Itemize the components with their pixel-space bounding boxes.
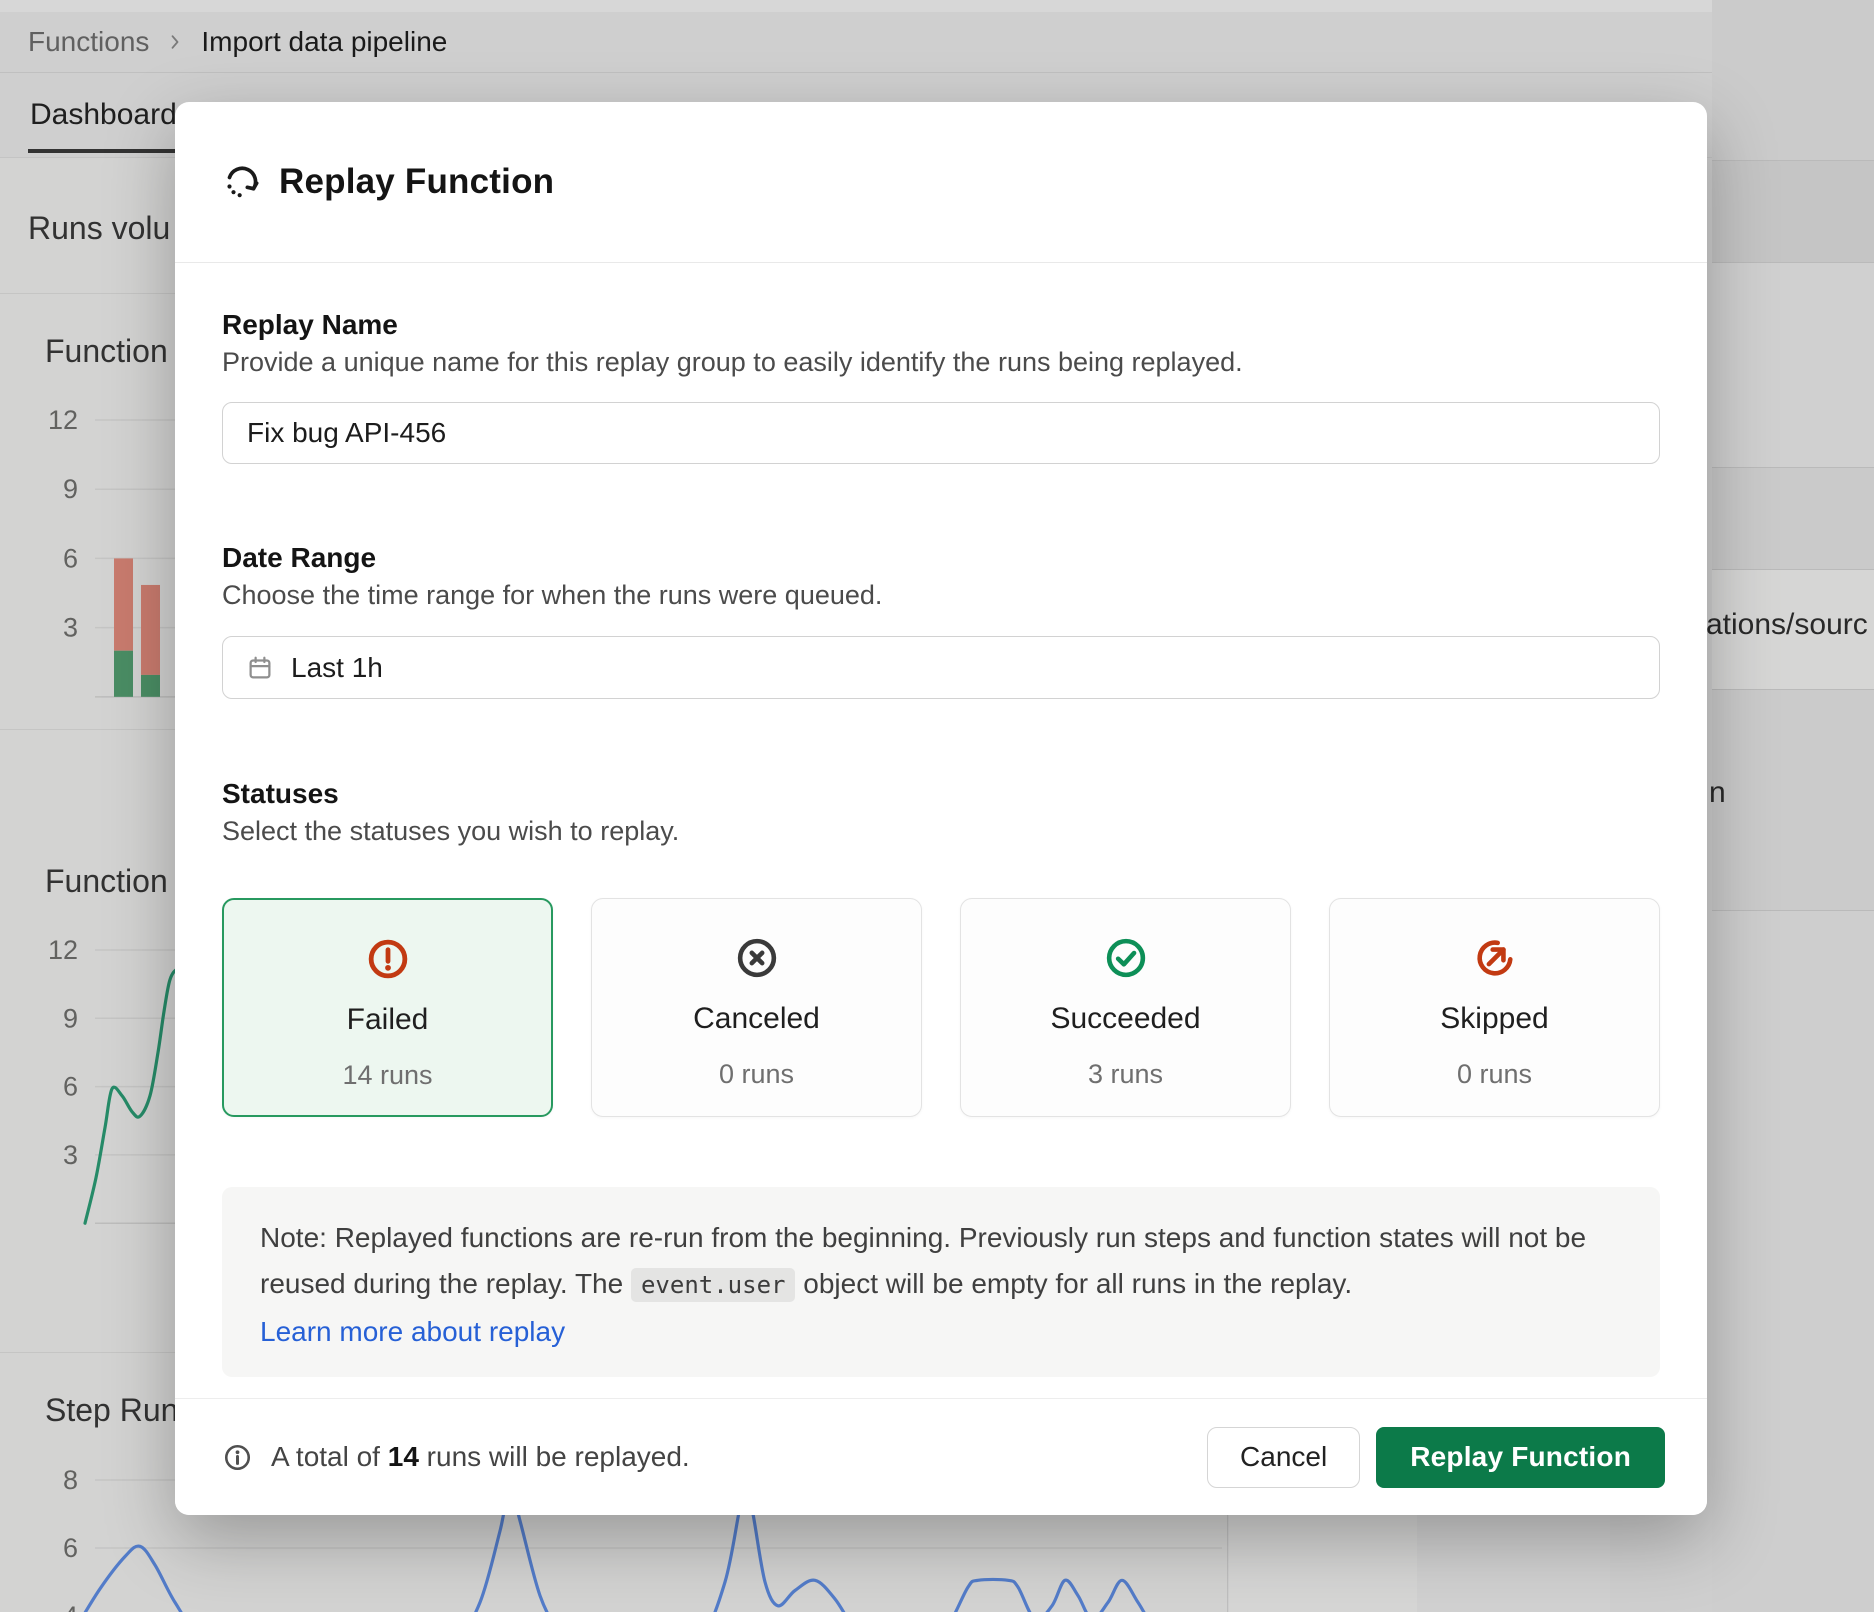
modal-title: Replay Function — [279, 162, 554, 202]
date-range-value: Last 1h — [291, 652, 383, 684]
replay-name-input[interactable] — [222, 402, 1660, 464]
date-range-description: Choose the time range for when the runs … — [222, 577, 1660, 613]
status-card-canceled[interactable]: Canceled 0 runs — [591, 898, 922, 1117]
modal-header: Replay Function — [175, 102, 1707, 263]
screen: Functions Import data pipeline Dashboard… — [0, 0, 1874, 1612]
replay-name-label: Replay Name — [222, 308, 1660, 342]
modal-body: Replay Name Provide a unique name for th… — [175, 308, 1707, 1377]
alert-circle-icon — [365, 936, 411, 982]
status-run-count: 14 runs — [342, 1060, 432, 1091]
status-label: Canceled — [693, 1001, 820, 1037]
status-run-count: 0 runs — [719, 1059, 794, 1090]
event-user-code-chip: event.user — [631, 1268, 796, 1302]
learn-more-link[interactable]: Learn more about replay — [260, 1316, 565, 1348]
cancel-button[interactable]: Cancel — [1207, 1427, 1360, 1488]
status-card-failed[interactable]: Failed 14 runs — [222, 898, 553, 1117]
x-circle-icon — [734, 935, 780, 981]
skip-arrow-icon — [1472, 935, 1518, 981]
date-range-section: Date Range Choose the time range for whe… — [222, 541, 1660, 699]
statuses-section: Statuses Select the statuses you wish to… — [222, 777, 1660, 1117]
status-label: Failed — [347, 1002, 429, 1038]
statuses-label: Statuses — [222, 777, 1660, 811]
date-range-label: Date Range — [222, 541, 1660, 575]
note-text: object will be empty for all runs in the… — [795, 1268, 1352, 1299]
statuses-description: Select the statuses you wish to replay. — [222, 813, 1660, 849]
replay-summary: A total of 14 runs will be replayed. — [271, 1441, 690, 1473]
replay-name-description: Provide a unique name for this replay gr… — [222, 344, 1660, 380]
info-circle-icon — [222, 1442, 253, 1473]
status-run-count: 3 runs — [1088, 1059, 1163, 1090]
replay-count: 14 — [388, 1441, 419, 1472]
date-range-picker[interactable]: Last 1h — [222, 636, 1660, 699]
status-card-skipped[interactable]: Skipped 0 runs — [1329, 898, 1660, 1117]
replay-name-section: Replay Name Provide a unique name for th… — [222, 308, 1660, 464]
status-label: Succeeded — [1050, 1001, 1200, 1037]
status-cards: Failed 14 runs Canceled 0 runs — [222, 898, 1660, 1117]
status-card-succeeded[interactable]: Succeeded 3 runs — [960, 898, 1291, 1117]
status-label: Skipped — [1440, 1001, 1548, 1037]
replay-function-modal: Replay Function Replay Name Provide a un… — [175, 102, 1707, 1515]
calendar-icon — [245, 653, 275, 683]
check-circle-icon — [1103, 935, 1149, 981]
replay-function-button[interactable]: Replay Function — [1376, 1427, 1665, 1488]
status-run-count: 0 runs — [1457, 1059, 1532, 1090]
replay-note: Note: Replayed functions are re-run from… — [222, 1187, 1660, 1377]
modal-footer: A total of 14 runs will be replayed. Can… — [175, 1398, 1707, 1515]
replay-icon — [222, 162, 262, 202]
